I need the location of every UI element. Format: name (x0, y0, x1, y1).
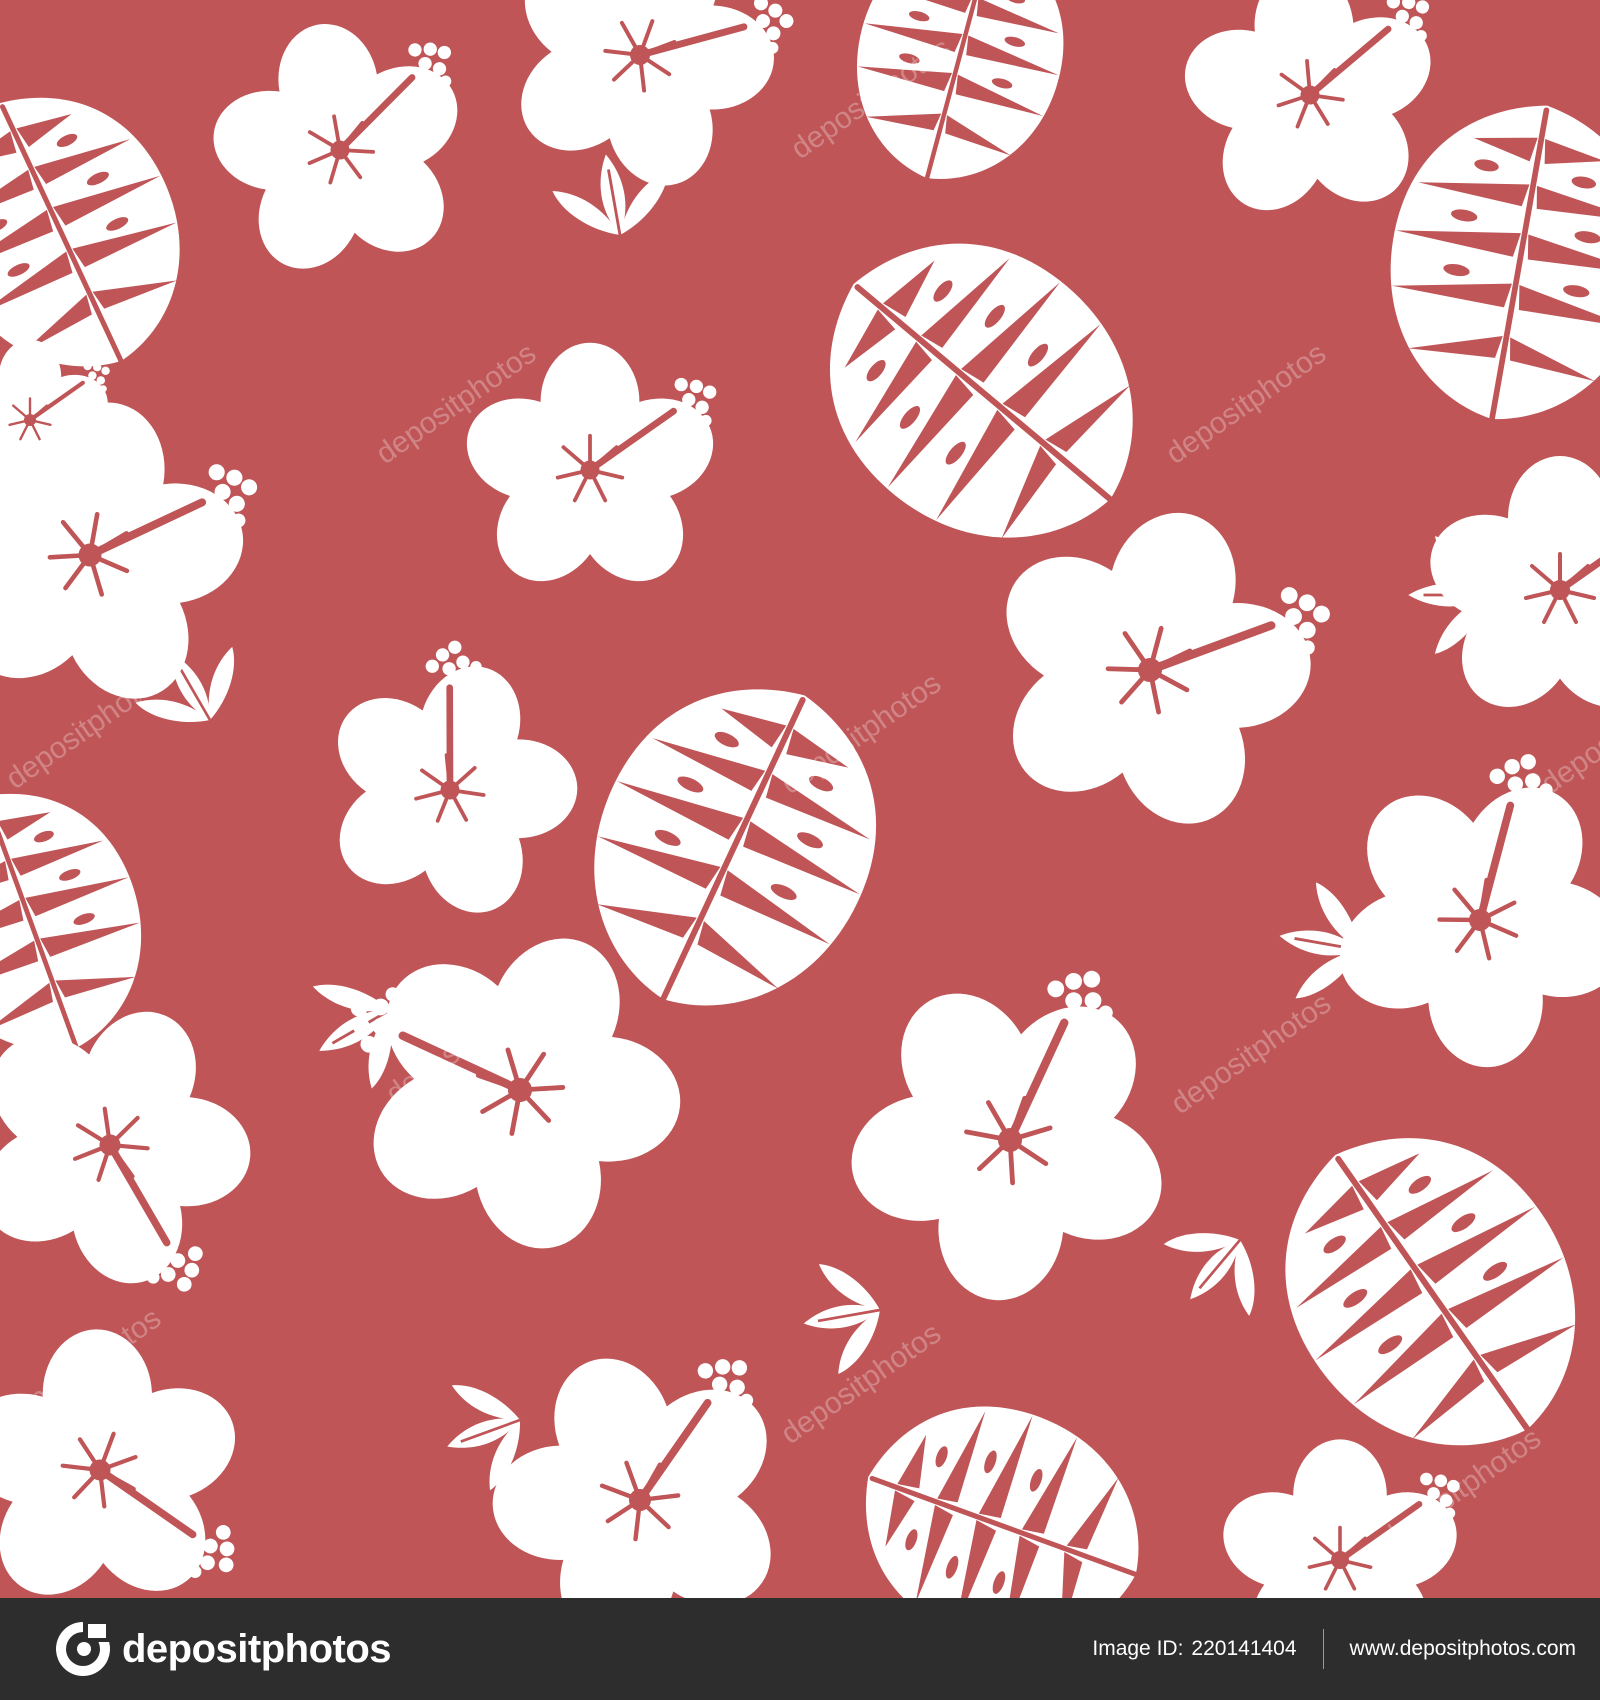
stock-image: depositphotos depositphotos depositphoto… (0, 0, 1600, 1700)
brand: depositphotos (54, 1620, 392, 1678)
brand-name: depositphotos (122, 1626, 392, 1671)
image-id-label: Image ID: (1092, 1637, 1184, 1660)
meta-divider (1322, 1629, 1324, 1669)
image-meta: Image ID: 220141404 www.depositphotos.co… (1092, 1598, 1576, 1700)
depositphotos-logo-icon (56, 1620, 111, 1676)
site-url[interactable]: www.depositphotos.com (1350, 1637, 1576, 1661)
image-id: 220141404 (1191, 1637, 1297, 1660)
hibiscus-pattern: depositphotos depositphotos depositphoto… (0, 0, 1600, 1598)
stock-footer-bar: depositphotos Image ID: 220141404 www.de… (0, 1598, 1600, 1700)
